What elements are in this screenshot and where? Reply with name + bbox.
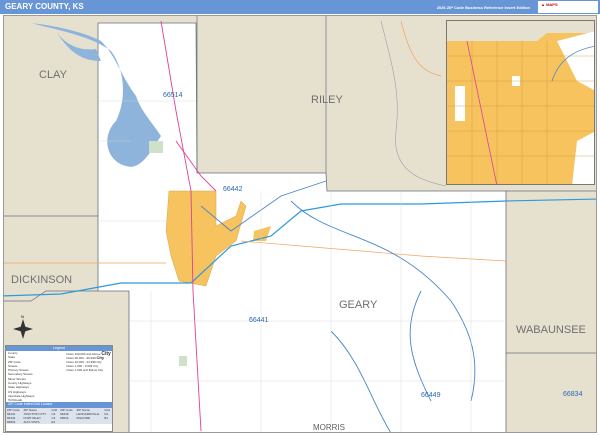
county-label-morris: MORRIS <box>312 423 346 432</box>
inset-svg <box>447 21 594 184</box>
legend-panel: Legend County State ZIP Code Streets Pri… <box>5 345 113 432</box>
header-bar: GEARY COUNTY, KS 2026 ZIP Code Business … <box>0 0 600 14</box>
zip-label-66441: 66441 <box>249 317 269 324</box>
county-label-clay: CLAY <box>39 69 68 81</box>
logo: ▲ MAPS <box>538 1 598 13</box>
map-title: GEARY COUNTY, KS <box>5 2 84 11</box>
zip-index: ZIP Code Index/Grid Locator ZIP Code ZIP … <box>6 402 112 424</box>
zip-label-66834: 66834 <box>563 391 583 398</box>
county-label-wabaunsee: WABAUNSEE <box>516 324 586 336</box>
county-label-geary: GEARY <box>339 299 378 311</box>
zip-index-table: ZIP Code ZIP Name Grid ZIP Code ZIP Name Grid… <box>6 408 112 424</box>
park <box>179 356 187 366</box>
zip-label-66514: 66514 <box>163 92 183 99</box>
table-row: 66834 ALTA VISTA E4 <box>7 420 56 424</box>
zip-label-66449: 66449 <box>421 392 441 399</box>
zip-label-66442: 66442 <box>223 186 243 193</box>
inset-map[interactable] <box>446 20 595 185</box>
county-label-dickinson: DICKINSON <box>11 274 72 286</box>
state-park <box>149 141 163 153</box>
county-label-riley: RILEY <box>311 94 343 106</box>
edition-label: 2026 ZIP Code Business Reference Insert … <box>436 5 530 10</box>
svg-text:N: N <box>21 314 24 319</box>
legend-pop: Cities 1,000 and Below City <box>66 368 103 373</box>
